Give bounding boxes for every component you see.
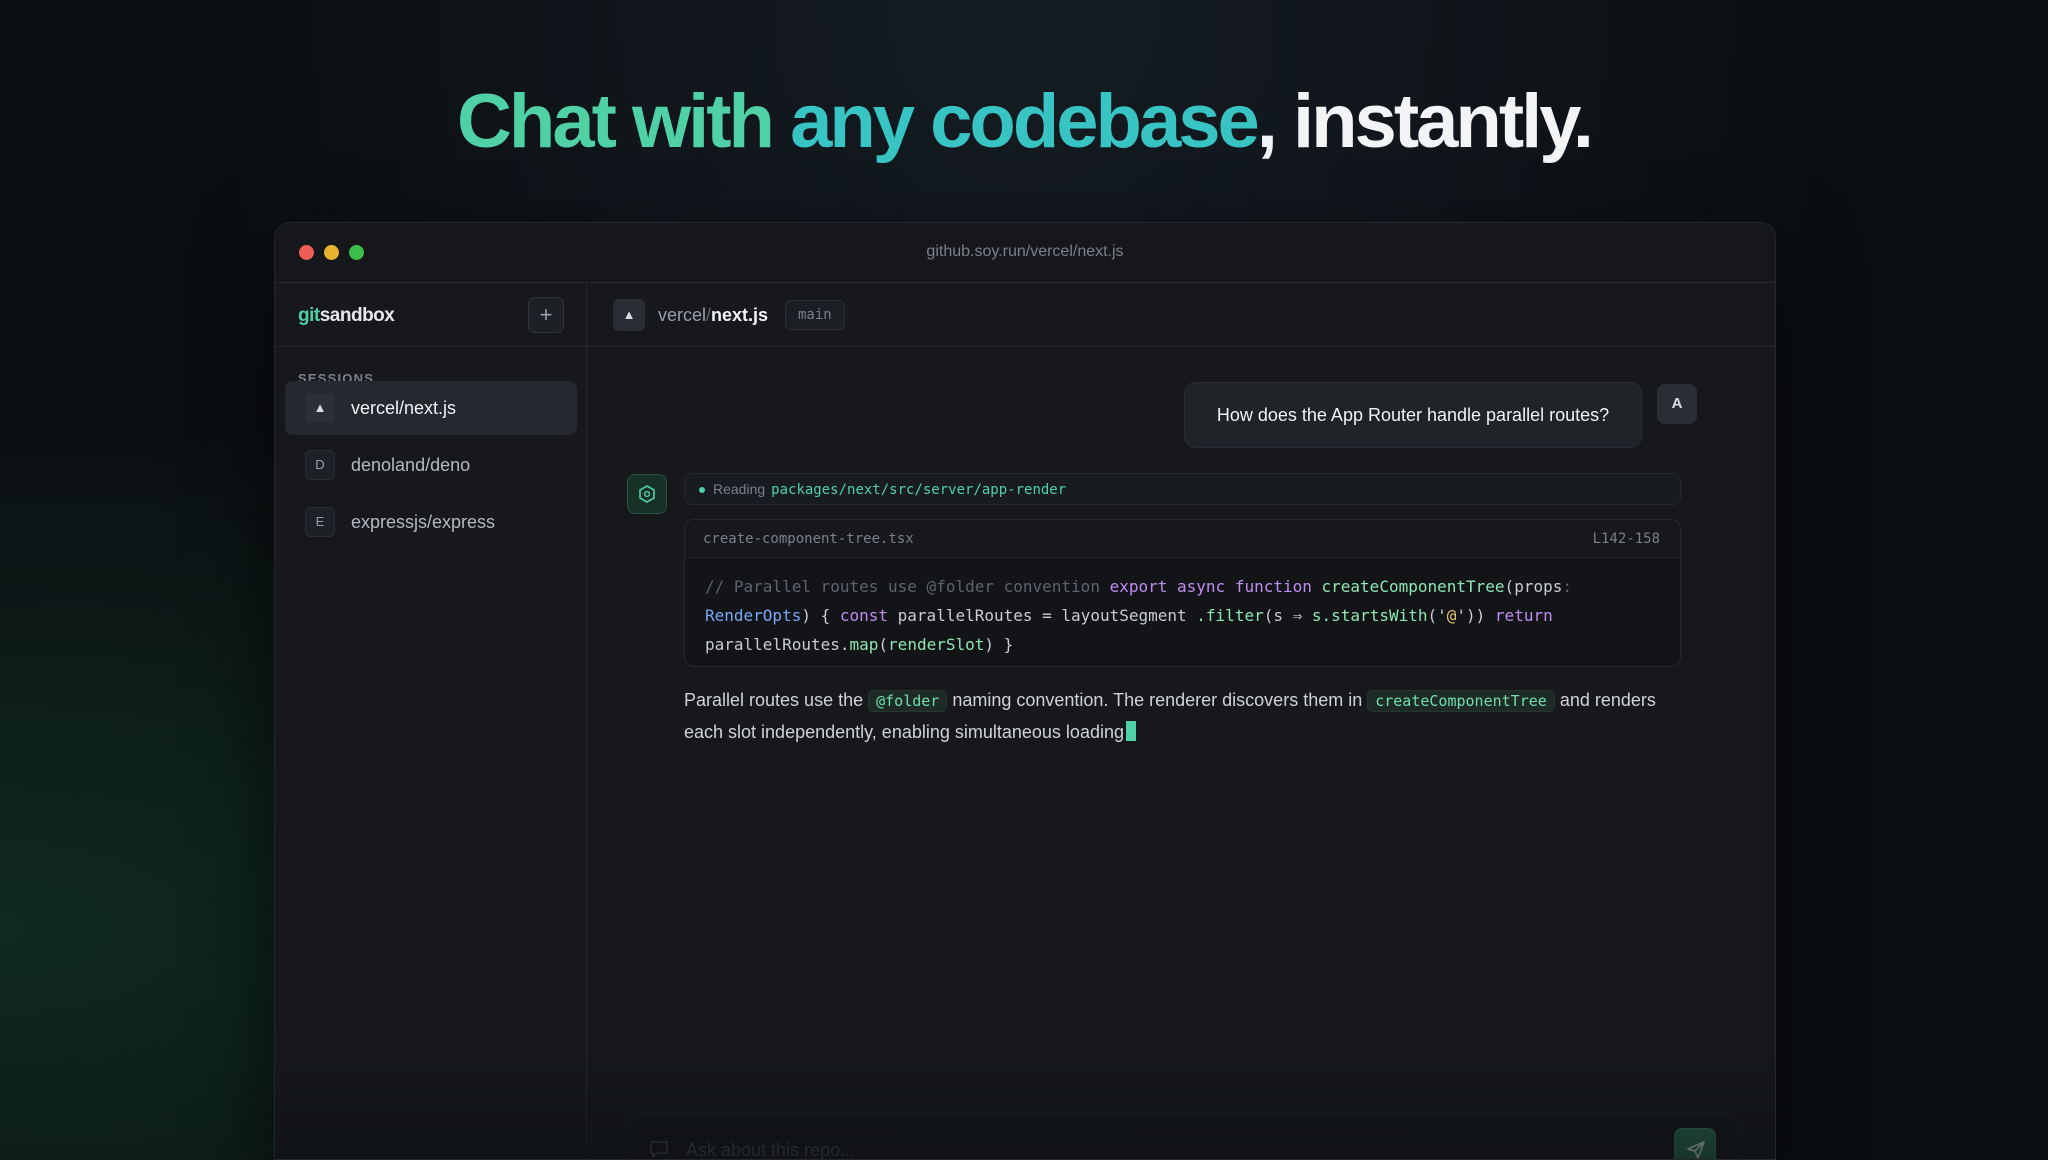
session-label: expressjs/express <box>351 511 496 532</box>
repo-owner: vercel <box>658 305 707 325</box>
answer-text-2: naming convention. The renderer discover… <box>947 690 1368 710</box>
code-token: async <box>1177 577 1235 596</box>
code-token: createComponentTree <box>1321 577 1505 596</box>
session-label: vercel/next.js <box>351 397 457 418</box>
user-message: How does the App Router handle parallel … <box>1184 382 1642 448</box>
repo-header: ▲ vercel/next.js main <box>587 283 1775 347</box>
code-filename: create-component-tree.tsx <box>703 531 914 547</box>
session-badge: D <box>305 450 335 480</box>
reading-status: Reading packages/next/src/server/app-rend… <box>684 473 1681 505</box>
code-token: : <box>1562 577 1572 596</box>
code-token: return <box>1494 606 1553 625</box>
code-token: (s ⇒ <box>1263 606 1312 625</box>
code-token: ( <box>1504 577 1515 596</box>
logo-sandbox: sandbox <box>319 305 395 326</box>
code-token: ')) <box>1456 606 1495 625</box>
sidebar: gitsandbox + SESSIONS ▲ vercel/next.js D… <box>275 283 587 1159</box>
answer-text-1: Parallel routes use the <box>684 690 869 710</box>
typing-cursor <box>1125 721 1136 741</box>
hero-part-3: , instantly. <box>1256 79 1594 164</box>
triangle-icon: ▲ <box>305 393 335 423</box>
message-composer[interactable]: Ask about this repo... <box>627 1113 1737 1159</box>
repo-title: vercel/next.js <box>658 305 768 326</box>
code-token: parallelRoutes = layoutSegment <box>897 606 1197 625</box>
code-token: // Parallel routes use @folder conventio… <box>705 577 1110 596</box>
sidebar-header: gitsandbox + <box>275 283 586 347</box>
user-avatar: A <box>1657 384 1697 424</box>
code-header: create-component-tree.tsx L142-158 <box>685 520 1680 558</box>
repo-name: next.js <box>711 305 769 325</box>
code-line-range: L142-158 <box>1592 531 1660 547</box>
title-bar: github.soy.run/vercel/next.js <box>275 223 1775 283</box>
hero-headline: Chat with any codebase, instantly. <box>0 78 2048 165</box>
app-window: github.soy.run/vercel/next.js gitsandbox… <box>274 222 1776 1160</box>
logo-git: git <box>298 305 320 326</box>
code-token: s.startsWith <box>1311 606 1428 625</box>
code-snippet: create-component-tree.tsx L142-158 // Pa… <box>684 519 1681 667</box>
code-token: props <box>1514 577 1563 596</box>
code-token: ( <box>878 635 889 654</box>
new-session-button[interactable]: + <box>528 297 564 333</box>
status-dot <box>699 487 705 494</box>
code-body: // Parallel routes use @folder conventio… <box>685 558 1680 666</box>
assistant-answer: Parallel routes use the @folder naming c… <box>684 685 1694 748</box>
hexagon-icon <box>627 474 667 514</box>
code-token: .filter <box>1196 606 1264 625</box>
code-token: parallelRoutes. <box>705 635 850 654</box>
code-token: function <box>1234 577 1322 596</box>
code-token: RenderOpts <box>705 606 802 625</box>
hero-part-2: any codebase <box>790 79 1260 164</box>
app-logo[interactable]: gitsandbox <box>298 305 395 327</box>
chat-bubble-icon <box>650 1141 668 1158</box>
code-token: ) } <box>984 635 1014 654</box>
triangle-icon: ▲ <box>613 299 645 331</box>
session-item-denoland-deno[interactable]: D denoland/deno <box>285 438 577 492</box>
inline-code-folder: @folder <box>868 690 948 712</box>
session-label: denoland/deno <box>351 454 471 475</box>
send-button[interactable] <box>1674 1128 1716 1159</box>
branch-badge[interactable]: main <box>785 300 845 330</box>
code-token: (' <box>1427 606 1447 625</box>
session-item-expressjs-express[interactable]: E expressjs/express <box>285 495 577 549</box>
reading-label: Reading <box>713 481 766 497</box>
session-badge: E <box>305 507 335 537</box>
code-token: export <box>1109 577 1178 596</box>
inline-code-function: createComponentTree <box>1367 690 1555 712</box>
code-token: const <box>839 606 898 625</box>
window-url: github.soy.run/vercel/next.js <box>926 243 1124 260</box>
code-token: @ <box>1446 606 1457 625</box>
code-token: map <box>849 635 879 654</box>
reading-path: packages/next/src/server/app-render <box>771 482 1067 498</box>
hero-part-1: Chat with <box>457 79 791 164</box>
chat-panel: ▲ vercel/next.js main How does the App R… <box>587 283 1775 1159</box>
message-input[interactable]: Ask about this repo... <box>686 1140 855 1159</box>
code-token: ) { <box>801 606 840 625</box>
send-icon <box>1687 1141 1705 1159</box>
session-item-vercel-next[interactable]: ▲ vercel/next.js <box>285 381 577 435</box>
code-token: renderSlot <box>888 635 985 654</box>
